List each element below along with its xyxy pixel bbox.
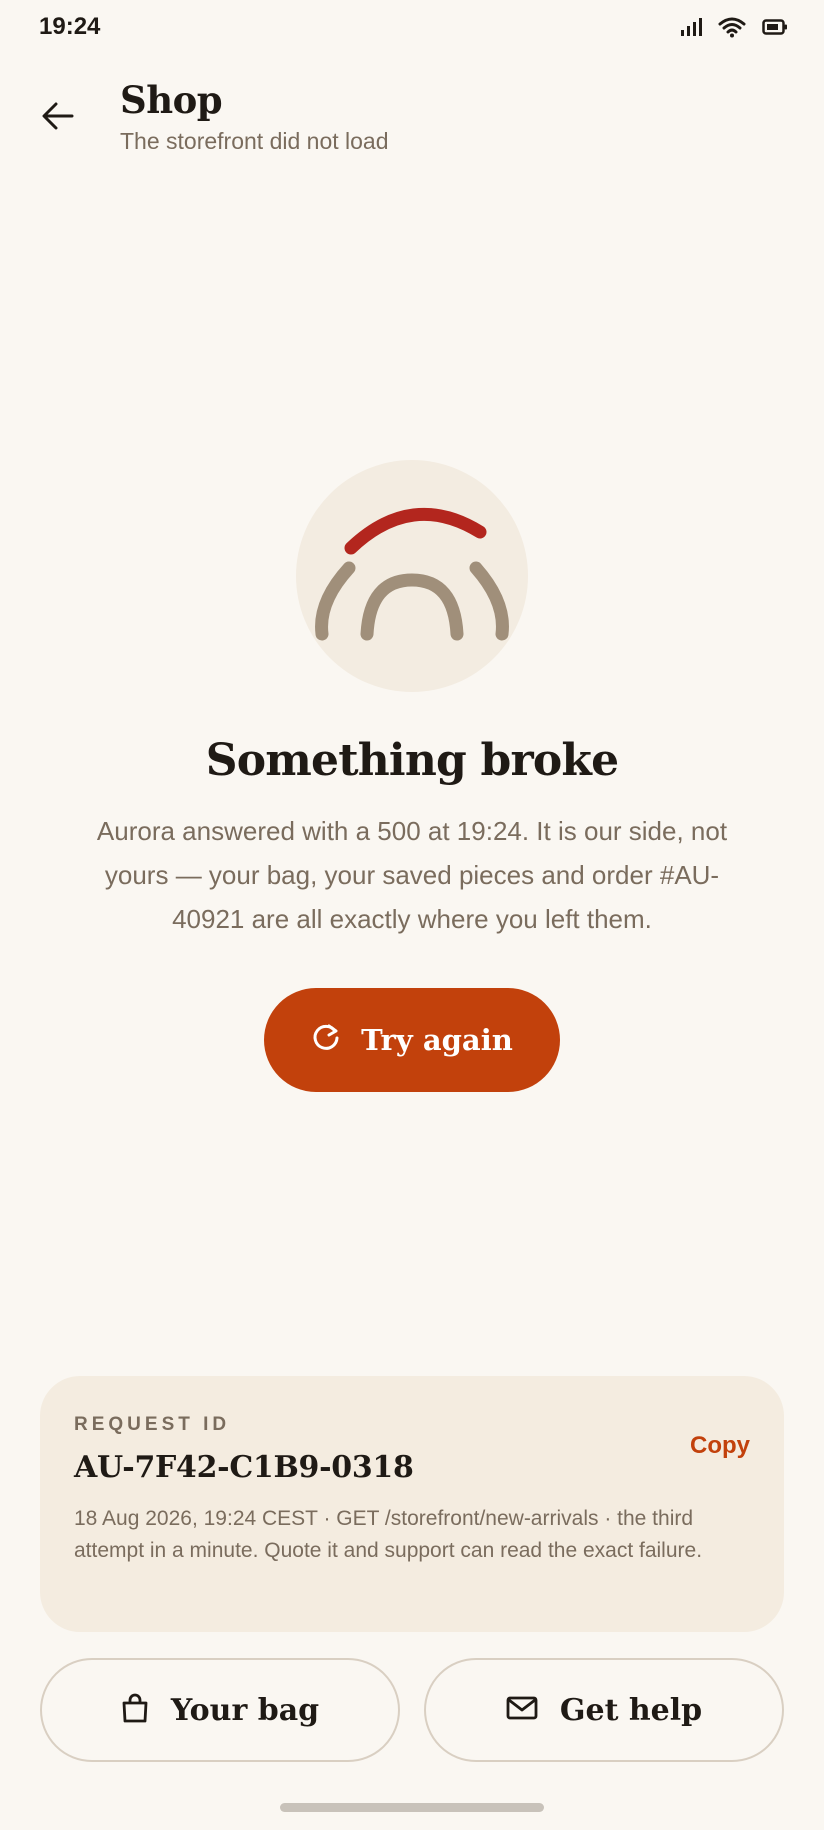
get-help-label: Get help — [559, 1692, 703, 1728]
status-bar: 19:24 — [0, 0, 824, 56]
battery-icon — [762, 18, 788, 41]
mail-icon — [506, 1696, 538, 1725]
arrow-left-icon — [42, 102, 74, 135]
request-id-value: AU-7F42-C1B9-0318 — [74, 1450, 414, 1485]
page-subtitle: The storefront did not load — [120, 128, 389, 154]
refresh-icon — [311, 1023, 341, 1058]
try-again-label: Try again — [361, 1023, 513, 1057]
your-bag-button[interactable]: Your bag — [40, 1658, 400, 1762]
status-icons — [680, 16, 788, 43]
request-details: 18 Aug 2026, 19:24 CEST · GET /storefron… — [74, 1507, 703, 1562]
signal-icon — [680, 17, 702, 42]
home-indicator[interactable] — [280, 1803, 544, 1812]
request-id-card: REQUEST ID AU-7F42-C1B9-0318 Copy 18 Aug… — [40, 1376, 784, 1632]
page-title: Shop — [120, 78, 223, 122]
status-time: 19:24 — [39, 13, 101, 40]
wifi-icon — [718, 16, 746, 43]
copy-button[interactable]: Copy — [690, 1432, 750, 1460]
broken-arcs-icon — [296, 460, 528, 692]
request-id-label: REQUEST ID — [74, 1414, 231, 1435]
your-bag-label: Your bag — [170, 1692, 320, 1728]
shopping-bag-icon — [121, 1693, 149, 1728]
get-help-button[interactable]: Get help — [424, 1658, 784, 1762]
error-screen: 19:24 Shop The storefront did not load S… — [0, 0, 824, 1830]
error-message: Aurora answered with a 500 at 19:24. It … — [96, 816, 728, 934]
try-again-button[interactable]: Try again — [264, 988, 560, 1092]
back-button[interactable] — [34, 94, 82, 142]
error-title: Something broke — [205, 735, 619, 786]
